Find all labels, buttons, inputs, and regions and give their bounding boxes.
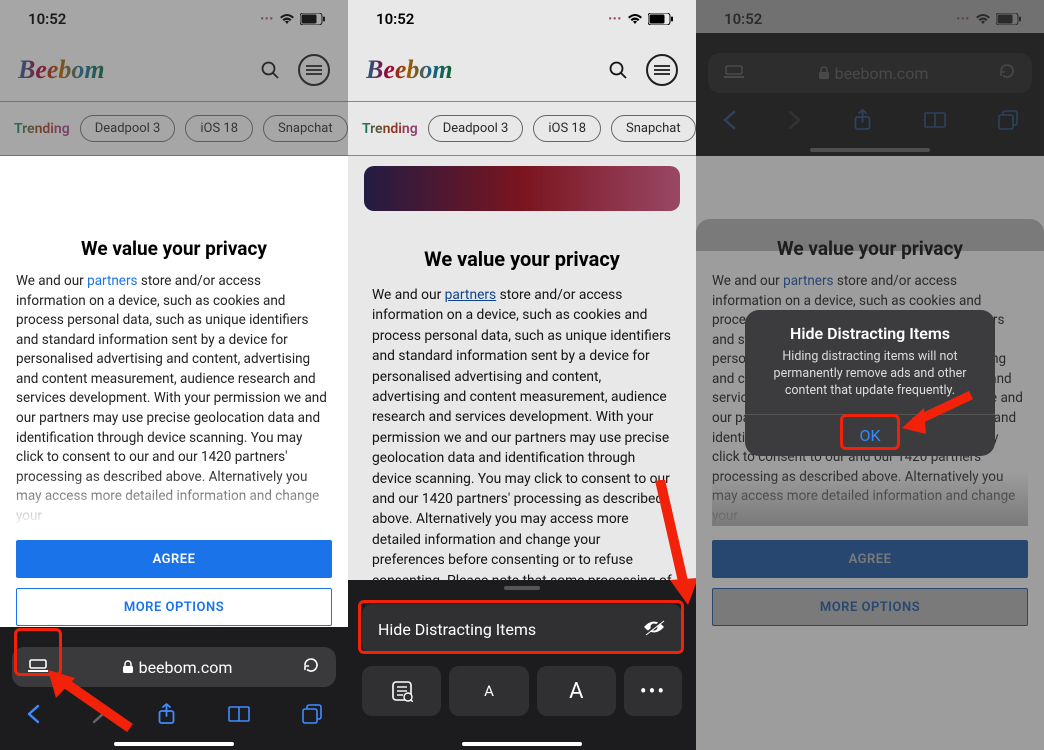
text-larger-button[interactable]: A — [537, 666, 616, 716]
url-bar[interactable]: beebom.com — [12, 647, 336, 687]
tabs-icon[interactable] — [302, 704, 322, 728]
site-header: Beebom — [348, 38, 696, 101]
back-icon[interactable] — [26, 704, 40, 728]
partners-link[interactable]: partners — [445, 287, 497, 303]
reader-menu-sheet: Hide Distracting Items A A ••• — [348, 580, 696, 750]
hero-image — [364, 166, 680, 211]
text-smaller-button[interactable]: A — [449, 666, 528, 716]
home-indicator[interactable] — [114, 742, 234, 746]
privacy-body: We and our partners store and/or access … — [16, 272, 332, 526]
status-bar: 10:52 ••• — [348, 0, 696, 38]
trending-pill[interactable]: iOS 18 — [533, 115, 601, 142]
agree-button[interactable]: AGREE — [16, 540, 332, 578]
signal-dots-icon: ••• — [608, 14, 622, 25]
trending-pill[interactable]: Deadpool 3 — [428, 115, 524, 142]
site-logo: Beebom — [366, 55, 453, 85]
alert-dialog: Hide Distracting Items Hiding distractin… — [745, 310, 995, 456]
privacy-body: We and our partners store and/or access … — [372, 285, 672, 595]
home-indicator[interactable] — [462, 742, 582, 746]
privacy-title: We value your privacy — [372, 247, 672, 271]
alert-ok-button[interactable]: OK — [745, 415, 995, 456]
partners-link[interactable]: partners — [87, 273, 137, 289]
hide-distracting-label: Hide Distracting Items — [378, 620, 536, 639]
alert-title: Hide Distracting Items — [745, 310, 995, 349]
reader-mode-button[interactable] — [362, 666, 441, 716]
reader-view-icon[interactable] — [24, 653, 52, 681]
trending-label: Trending — [362, 121, 418, 137]
wifi-icon — [627, 13, 643, 25]
more-button[interactable]: ••• — [624, 666, 682, 716]
privacy-content: We value your privacy We and our partner… — [348, 211, 696, 595]
lock-icon — [122, 660, 134, 674]
search-icon[interactable] — [602, 54, 634, 86]
safari-nav-bar — [0, 694, 348, 738]
menu-icon[interactable] — [646, 54, 678, 86]
battery-icon — [648, 13, 674, 25]
privacy-title: We value your privacy — [16, 237, 332, 260]
trending-bar: Trending Deadpool 3 iOS 18 Snapchat R — [348, 101, 696, 156]
reader-toolbar-row: A A ••• — [362, 666, 682, 716]
sheet-grabber[interactable] — [504, 586, 540, 590]
forward-icon — [92, 704, 106, 728]
trending-pill[interactable]: Snapchat — [611, 115, 696, 142]
reload-icon[interactable] — [302, 656, 324, 678]
bookmarks-icon[interactable] — [228, 705, 250, 727]
status-time: 10:52 — [376, 10, 414, 28]
share-icon[interactable] — [158, 703, 175, 729]
eye-slash-icon — [642, 618, 666, 640]
url-domain: beebom.com — [52, 658, 302, 677]
alert-message: Hiding distracting items will not perman… — [745, 349, 995, 414]
hide-distracting-items-row[interactable]: Hide Distracting Items — [362, 604, 682, 654]
more-options-button[interactable]: MORE OPTIONS — [16, 588, 332, 626]
